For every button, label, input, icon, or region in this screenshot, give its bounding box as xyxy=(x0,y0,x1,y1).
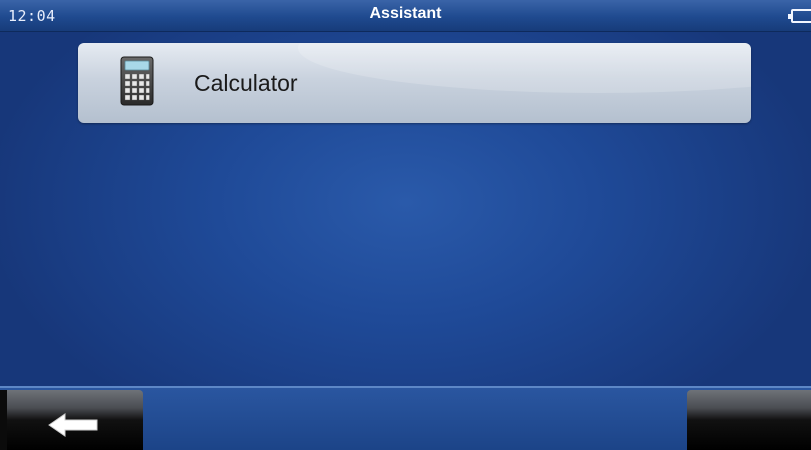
back-button[interactable] xyxy=(7,390,143,450)
list-item-calculator[interactable]: Calculator xyxy=(78,43,751,123)
list-item-label: Calculator xyxy=(194,70,298,96)
right-soft-button[interactable] xyxy=(687,390,811,450)
battery-icon xyxy=(788,9,811,23)
calculator-icon xyxy=(120,56,154,106)
page-title: Assistant xyxy=(369,5,442,22)
bottom-left-edge xyxy=(0,390,7,450)
back-arrow-icon xyxy=(48,413,98,437)
status-bar: 12:04 Assistant xyxy=(0,0,811,32)
